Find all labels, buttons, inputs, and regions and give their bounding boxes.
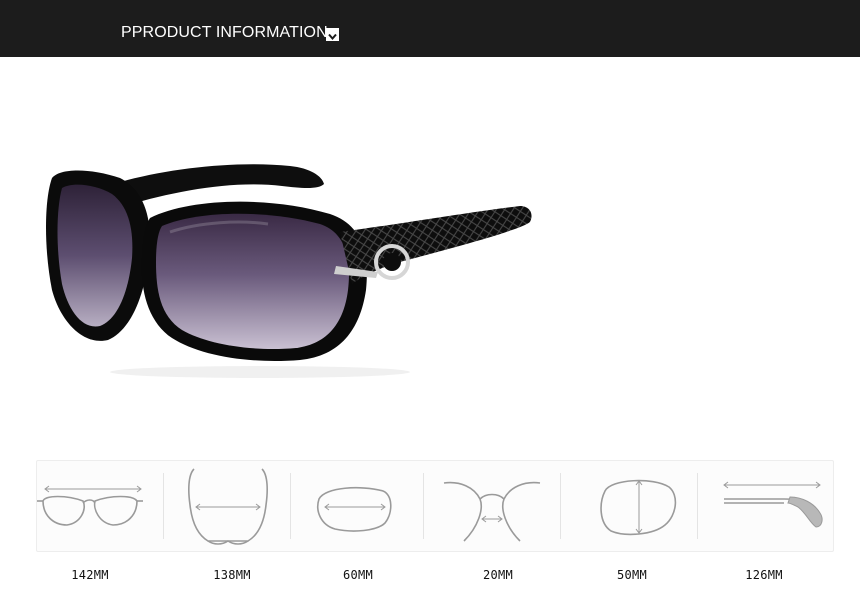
dimension-value: 126MM <box>745 568 783 582</box>
total-width-icon <box>37 485 143 526</box>
dimension-value: 138MM <box>213 568 251 582</box>
dimension-total-width <box>37 461 163 551</box>
dimension-bridge-width <box>424 461 560 551</box>
dimension-lens-width <box>291 461 423 551</box>
bridge-width-icon <box>443 481 541 542</box>
sunglasses-image <box>0 57 860 447</box>
dimension-lens-height <box>561 461 697 551</box>
dimension-temple-length <box>698 461 832 551</box>
section-header: PPRODUCT INFORMATION <box>0 0 860 57</box>
dimension-frame-width <box>164 461 290 551</box>
dimension-value: 50MM <box>616 568 648 582</box>
dimension-value: 60MM <box>342 568 374 582</box>
lens-width-icon <box>317 486 392 532</box>
frame-width-icon <box>188 468 268 545</box>
section-title: PPRODUCT INFORMATION <box>121 24 328 41</box>
dimension-value: 142MM <box>71 568 109 582</box>
dimension-value: 20MM <box>482 568 514 582</box>
dimensions-panel <box>36 460 834 552</box>
chevron-down-icon[interactable] <box>326 28 339 41</box>
temple-length-icon <box>723 481 823 528</box>
lens-height-icon <box>600 479 677 536</box>
